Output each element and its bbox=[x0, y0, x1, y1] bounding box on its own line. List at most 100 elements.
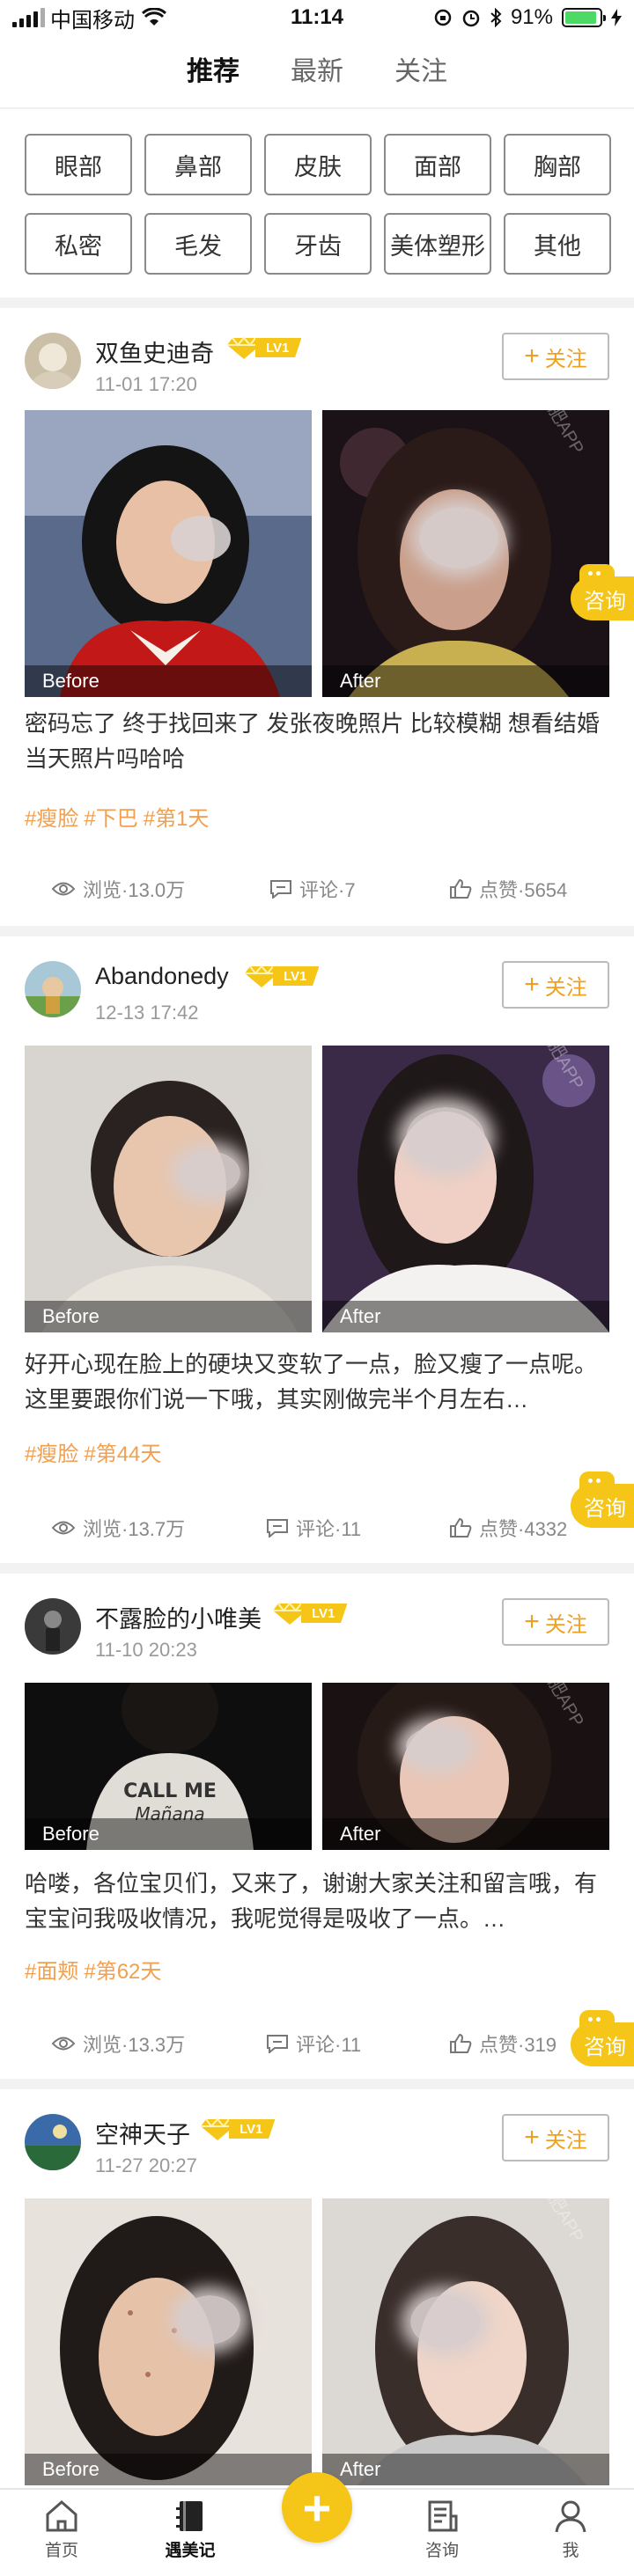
post-card[interactable]: Abandonedy LV1 12-13 17:42 +关注 Before 天天… bbox=[0, 936, 634, 1575]
before-after-photos[interactable]: Before 天天减肥APP After bbox=[25, 1046, 609, 1332]
plus-icon: + bbox=[302, 2479, 332, 2536]
category-skin[interactable]: 皮肤 bbox=[264, 134, 372, 195]
level-label: LV1 bbox=[273, 966, 320, 986]
face-blur bbox=[406, 1107, 485, 1169]
before-photo[interactable]: CALL ME Mañana Before bbox=[25, 1683, 312, 1850]
category-teeth[interactable]: 牙齿 bbox=[264, 213, 372, 275]
follow-label: 关注 bbox=[544, 347, 587, 371]
tag[interactable]: #瘦脸 bbox=[25, 807, 78, 831]
thumbs-up-icon bbox=[450, 1517, 472, 1538]
follow-label: 关注 bbox=[544, 975, 587, 1000]
post-date: 12-13 17:42 bbox=[95, 1002, 199, 1024]
tab-latest[interactable]: 最新 bbox=[291, 42, 343, 100]
like-button[interactable]: 点赞·5654 bbox=[449, 875, 567, 903]
consult-button[interactable]: 咨询 bbox=[571, 2010, 634, 2066]
avatar[interactable] bbox=[25, 2114, 81, 2170]
follow-label: 关注 bbox=[544, 2128, 587, 2153]
category-other[interactable]: 其他 bbox=[504, 213, 611, 275]
eye-icon bbox=[51, 2037, 76, 2051]
rotation-lock-icon bbox=[434, 9, 452, 26]
username[interactable]: 双鱼史迪奇 bbox=[95, 334, 214, 369]
avatar[interactable] bbox=[25, 1598, 81, 1655]
before-photo[interactable]: Before bbox=[25, 410, 312, 697]
before-after-photos[interactable]: Before 天天减肥APP After bbox=[25, 410, 609, 697]
battery-percent: 91% bbox=[510, 5, 553, 29]
after-photo[interactable]: 天天减肥APP After bbox=[322, 1683, 609, 1850]
view-count: 浏览·13.0万 bbox=[51, 875, 185, 903]
before-photo[interactable]: Before bbox=[25, 1046, 312, 1332]
like-button[interactable]: 点赞·4332 bbox=[449, 1514, 567, 1542]
tag[interactable]: #下巴 bbox=[84, 807, 137, 831]
before-photo[interactable]: Before bbox=[25, 2198, 312, 2485]
post-stats: 浏览·13.0万 评论·7 点赞·5654 bbox=[0, 875, 634, 910]
tag[interactable]: #瘦脸 bbox=[25, 1442, 78, 1466]
post-text[interactable]: 好开心现在脸上的硬块又变软了一点，脸又瘦了一点呢。这里要跟你们说一下哦，其实刚做… bbox=[25, 1347, 606, 1417]
category-hair[interactable]: 毛发 bbox=[144, 213, 252, 275]
after-label: After bbox=[322, 1818, 609, 1850]
post-tags: #瘦脸 #下巴 #第1天 bbox=[25, 801, 214, 832]
before-after-photos[interactable]: CALL MEMañana Before 天天减肥APP After bbox=[25, 1683, 609, 1850]
category-grid: 眼部 鼻部 皮肤 面部 胸部 私密 毛发 牙齿 美体塑形 其他 bbox=[25, 134, 611, 275]
add-post-button[interactable]: + bbox=[282, 2472, 352, 2543]
tag[interactable]: #第62天 bbox=[84, 1960, 161, 1984]
view-count: 浏览·13.3万 bbox=[51, 2029, 185, 2058]
level-badge: LV1 bbox=[273, 1600, 348, 1626]
signal-icon bbox=[12, 8, 45, 27]
comment-button[interactable]: 评论·11 bbox=[266, 2029, 361, 2058]
comment-button[interactable]: 评论·7 bbox=[269, 875, 356, 903]
level-label: LV1 bbox=[301, 1604, 348, 1623]
follow-button[interactable]: + 关注 bbox=[502, 2114, 609, 2161]
post-card[interactable]: 不露脸的小唯美 LV1 11-10 20:23 + 关注 CALL ME Mañan… bbox=[0, 1574, 634, 2082]
post-tags: #瘦脸 #第44天 bbox=[25, 1436, 166, 1467]
username[interactable]: 空神天子 bbox=[95, 2116, 190, 2150]
consult-button[interactable]: 咨询 bbox=[571, 564, 634, 620]
before-after-photos[interactable]: Before 天天减肥APP After bbox=[25, 2198, 609, 2485]
follow-button[interactable]: + 关注 bbox=[502, 1598, 609, 1646]
feed-tabs: 推荐 最新 关注 bbox=[0, 42, 634, 100]
status-bar: 中国移动 11:14 91% bbox=[0, 0, 634, 35]
after-label: After bbox=[322, 2454, 609, 2485]
username[interactable]: 不露脸的小唯美 bbox=[95, 1600, 262, 1634]
charging-icon bbox=[611, 9, 622, 26]
after-label: After bbox=[322, 1301, 609, 1332]
category-body-shaping[interactable]: 美体塑形 bbox=[384, 213, 491, 275]
tab-following[interactable]: 关注 bbox=[394, 42, 447, 100]
post-stats: 浏览·13.3万 评论·11 点赞·319 bbox=[0, 2029, 634, 2065]
nav-home[interactable]: 首页 bbox=[9, 2499, 114, 2561]
avatar[interactable] bbox=[25, 961, 81, 1017]
after-photo[interactable]: 天天减肥APP After bbox=[322, 2198, 609, 2485]
category-private[interactable]: 私密 bbox=[25, 213, 132, 275]
consult-button[interactable]: 咨询 bbox=[571, 1471, 634, 1528]
follow-label: 关注 bbox=[544, 1612, 587, 1637]
avatar[interactable] bbox=[25, 333, 81, 389]
nav-profile[interactable]: 我 bbox=[518, 2499, 623, 2561]
thumbs-up-icon bbox=[450, 878, 472, 899]
category-nose[interactable]: 鼻部 bbox=[144, 134, 252, 195]
category-face[interactable]: 面部 bbox=[384, 134, 491, 195]
category-chest[interactable]: 胸部 bbox=[504, 134, 611, 195]
post-card[interactable]: 空神天子 LV1 11-27 20:27 +关注 Before 天天减肥APP … bbox=[0, 2089, 634, 2488]
face-blur bbox=[179, 1151, 240, 1195]
nav-diary[interactable]: 遇美记 bbox=[137, 2499, 243, 2561]
follow-button[interactable]: + 关注 bbox=[502, 333, 609, 380]
comment-icon bbox=[267, 1519, 288, 1538]
category-eyes[interactable]: 眼部 bbox=[25, 134, 132, 195]
after-photo[interactable]: 天天减肥APP After bbox=[322, 410, 609, 697]
like-button[interactable]: 点赞·319 bbox=[449, 2029, 557, 2058]
post-text[interactable]: 哈喽，各位宝贝们，又来了，谢谢大家关注和留言哦，有宝宝问我吸收情况，我呢觉得是吸… bbox=[25, 1866, 606, 1936]
face-blur bbox=[406, 1727, 468, 1765]
comment-button[interactable]: 评论·11 bbox=[266, 1514, 361, 1542]
tab-recommend[interactable]: 推荐 bbox=[187, 42, 240, 100]
post-text[interactable]: 密码忘了 终于找回来了 发张夜晚照片 比较模糊 想看结婚当天照片吗哈哈 bbox=[25, 706, 606, 776]
tag[interactable]: #面颊 bbox=[25, 1960, 78, 1984]
tag[interactable]: #第44天 bbox=[84, 1442, 161, 1466]
nav-consult[interactable]: 咨询 bbox=[389, 2499, 495, 2561]
post-date: 11-10 20:23 bbox=[95, 1639, 197, 1661]
plus-icon: + bbox=[524, 970, 540, 999]
follow-button[interactable]: + 关注 bbox=[502, 961, 609, 1009]
tag[interactable]: #第1天 bbox=[144, 807, 210, 831]
after-photo[interactable]: 天天减肥APP After bbox=[322, 1046, 609, 1332]
post-card[interactable]: 双鱼史迪奇 LV1 11-01 17:20 +关注 Before 天天减肥APP… bbox=[0, 308, 634, 936]
level-label: LV1 bbox=[255, 338, 302, 357]
username[interactable]: Abandonedy bbox=[95, 963, 229, 990]
